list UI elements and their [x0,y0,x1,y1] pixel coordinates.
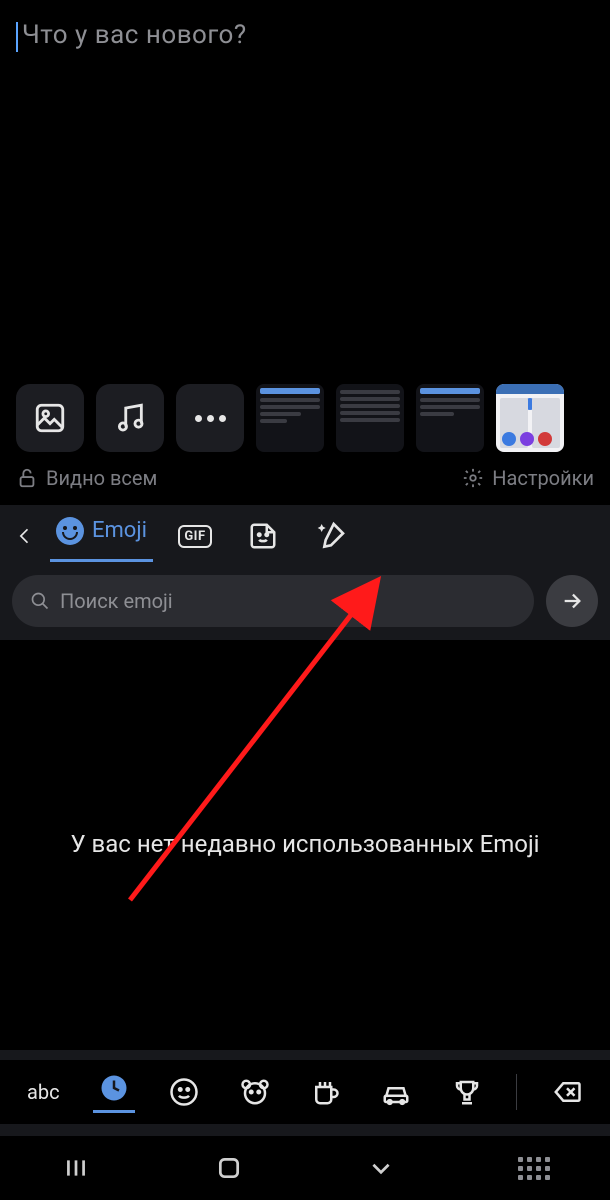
music-icon [113,401,147,435]
recents-icon [63,1155,89,1181]
text-cursor [16,22,18,52]
keyboard-tabs: Emoji GIF [0,505,610,567]
privacy-button[interactable]: Видно всем [16,466,157,490]
cat-food[interactable] [304,1071,346,1113]
search-placeholder: Поиск emoji [60,589,173,613]
more-button[interactable] [176,384,244,452]
trophy-icon [452,1077,482,1107]
attachment-tray [16,378,610,458]
add-photo-button[interactable] [16,384,84,452]
keyboard-grid-icon [518,1157,550,1180]
nav-recents[interactable] [46,1148,106,1188]
privacy-label: Видно всем [46,466,157,490]
chevron-left-icon [15,526,35,546]
brush-sparkle-icon [315,520,347,552]
nav-home[interactable] [199,1148,259,1188]
tab-sticker[interactable] [237,516,289,556]
search-icon [30,591,50,611]
gear-icon [462,467,484,489]
recent-thumb-1[interactable] [256,384,324,452]
cat-smileys[interactable] [163,1071,205,1113]
category-divider [516,1074,517,1110]
emoji-category-row: abc [0,1060,610,1124]
settings-button[interactable]: Настройки [462,466,594,490]
emoji-search-input[interactable]: Поиск emoji [12,575,534,627]
screen: Что у вас нового? Видн [0,0,610,1200]
abc-button[interactable]: abc [22,1071,64,1113]
smile-icon [169,1077,199,1107]
arrow-right-icon [561,590,583,612]
backspace-icon [552,1077,582,1107]
car-icon [381,1077,411,1107]
home-icon [216,1155,242,1181]
backspace-button[interactable] [546,1071,588,1113]
photo-icon [33,401,67,435]
keyboard-back-button[interactable] [10,521,40,551]
add-music-button[interactable] [96,384,164,452]
recent-thumb-2[interactable] [336,384,404,452]
emoji-search-row: Поиск emoji [0,567,610,639]
compose-placeholder: Что у вас нового? [22,20,247,50]
compose-area[interactable]: Что у вас нового? [16,20,594,370]
cat-activities[interactable] [446,1071,488,1113]
gif-icon: GIF [178,525,211,548]
recent-thumb-4[interactable] [496,384,564,452]
emoji-empty-state: У вас нет недавно использованных Emoji [0,640,610,1050]
search-go-button[interactable] [546,575,598,627]
more-icon [195,415,226,422]
bear-icon [240,1077,270,1107]
chevron-down-icon [368,1155,394,1181]
settings-label: Настройки [492,466,594,490]
sticker-icon [248,521,278,551]
tab-gif[interactable]: GIF [169,516,221,556]
abc-label: abc [27,1080,60,1104]
emoji-face-icon [56,517,84,545]
tab-emoji[interactable]: Emoji [50,511,153,562]
tab-emoji-label: Emoji [92,518,147,543]
cat-travel[interactable] [375,1071,417,1113]
mug-icon [310,1077,340,1107]
cat-animals[interactable] [234,1071,276,1113]
meta-row: Видно всем Настройки [16,466,594,490]
nav-keyboard-switch[interactable] [504,1148,564,1188]
unlock-icon [16,467,38,489]
nav-back[interactable] [351,1148,411,1188]
system-nav-bar [0,1136,610,1200]
cat-recent[interactable] [93,1071,135,1113]
empty-state-text: У вас нет недавно использованных Emoji [70,828,539,862]
recent-thumb-3[interactable] [416,384,484,452]
clock-icon [99,1073,129,1103]
tab-draw[interactable] [305,516,357,556]
